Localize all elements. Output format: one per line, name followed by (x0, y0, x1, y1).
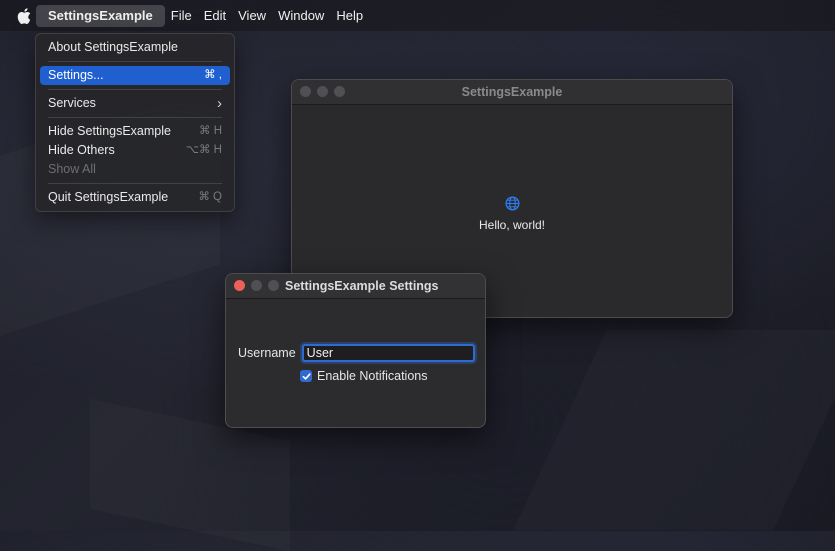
shortcut-label: ⌥⌘ H (185, 144, 222, 156)
username-row: Username (238, 344, 475, 362)
menu-item-label: Quit SettingsExample (48, 190, 169, 204)
checkmark-icon (302, 372, 311, 380)
menu-item-label: Show All (48, 162, 96, 176)
menu-separator (48, 89, 222, 90)
zoom-button[interactable] (268, 280, 279, 291)
menu-file[interactable]: File (165, 5, 198, 27)
menu-window[interactable]: Window (272, 5, 330, 27)
username-input[interactable] (301, 344, 475, 362)
username-label: Username (238, 346, 296, 360)
app-menu-dropdown: About SettingsExample Settings... ⌘ , Ser… (35, 33, 235, 212)
menu-app-name[interactable]: SettingsExample (36, 4, 165, 27)
notifications-row: Enable Notifications (300, 369, 427, 383)
menu-item-label: Services (48, 96, 96, 110)
menu-separator (48, 61, 222, 62)
menu-bar: SettingsExample File Edit View Window He… (0, 0, 835, 31)
menu-item-label: Settings... (48, 68, 104, 82)
hello-text: Hello, world! (478, 218, 546, 232)
wallpaper-facet (513, 330, 835, 530)
notifications-label[interactable]: Enable Notifications (317, 369, 427, 383)
close-button[interactable] (234, 280, 245, 291)
content-area: Hello, world! (292, 196, 732, 232)
menu-help[interactable]: Help (330, 5, 369, 27)
window-controls (234, 280, 279, 291)
menu-item-quit[interactable]: Quit SettingsExample ⌘ Q (40, 188, 230, 207)
menu-item-settings[interactable]: Settings... ⌘ , (40, 66, 230, 85)
settings-window: SettingsExample Settings Username Enable… (225, 273, 486, 428)
main-window-titlebar[interactable]: SettingsExample (292, 80, 732, 105)
menu-edit[interactable]: Edit (198, 5, 232, 27)
chevron-right-icon: › (217, 95, 222, 112)
menu-item-services[interactable]: Services › (40, 94, 230, 113)
window-title: SettingsExample (461, 85, 563, 99)
menu-item-label: About SettingsExample (48, 40, 178, 54)
menu-item-hide-others[interactable]: Hide Others ⌥⌘ H (40, 141, 230, 160)
menu-item-show-all: Show All (40, 160, 230, 179)
menu-item-label: Hide SettingsExample (48, 124, 171, 138)
minimize-button[interactable] (251, 280, 262, 291)
window-title: SettingsExample Settings (285, 279, 439, 293)
menu-item-label: Hide Others (48, 143, 115, 157)
menu-view[interactable]: View (232, 5, 272, 27)
globe-icon (504, 196, 520, 211)
menu-item-about[interactable]: About SettingsExample (40, 38, 230, 57)
apple-menu-icon[interactable] (14, 0, 34, 31)
settings-window-titlebar[interactable]: SettingsExample Settings (226, 274, 485, 299)
menu-separator (48, 183, 222, 184)
menu-separator (48, 117, 222, 118)
shortcut-label: ⌘ Q (198, 191, 222, 203)
shortcut-label: ⌘ H (199, 125, 222, 137)
menu-item-hide[interactable]: Hide SettingsExample ⌘ H (40, 122, 230, 141)
notifications-checkbox[interactable] (300, 370, 312, 382)
shortcut-label: ⌘ , (204, 69, 222, 81)
